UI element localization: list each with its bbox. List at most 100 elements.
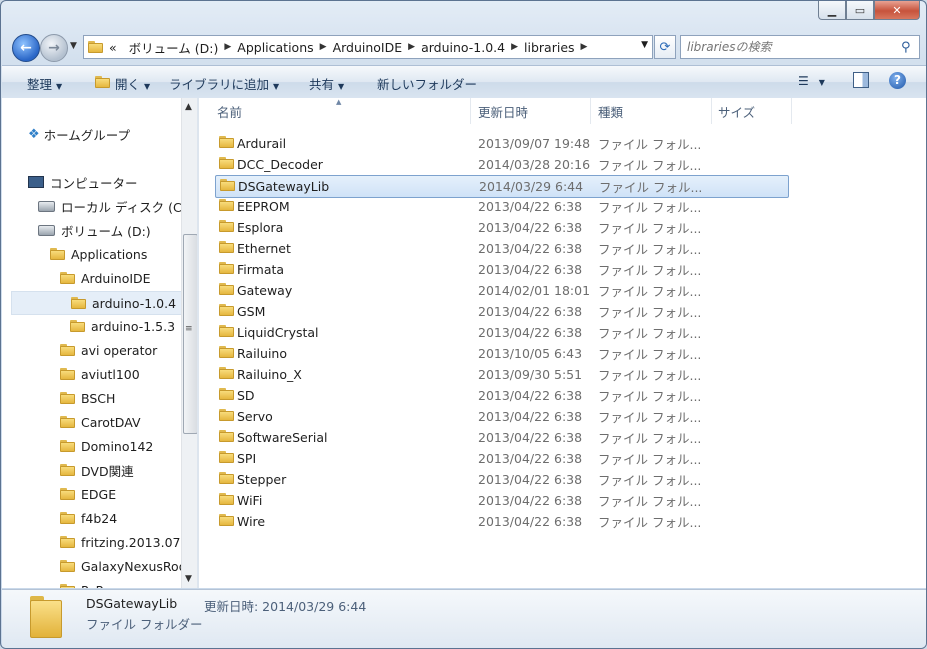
breadcrumb-item[interactable]: ボリューム (D:) [123, 38, 225, 57]
file-name: EEPROM [237, 199, 290, 214]
nav-tree-item[interactable]: Domino142 [60, 435, 153, 457]
file-row[interactable]: Stepper 2013/04/22 6:38 ファイル フォル... [215, 469, 787, 490]
close-button[interactable]: ✕ [874, 1, 920, 20]
nav-tree-item[interactable]: GalaxyNexusRoot [60, 555, 182, 577]
file-row[interactable]: DCC_Decoder 2014/03/28 20:16 ファイル フォル... [215, 154, 787, 175]
file-row[interactable]: SD 2013/04/22 6:38 ファイル フォル... [215, 385, 787, 406]
open-button[interactable]: 開く ▼ [115, 74, 150, 93]
nav-tree-item[interactable]: f4b24 [60, 507, 117, 529]
column-name[interactable]: 名前 [217, 98, 242, 124]
nav-tree-item[interactable]: DVD関連 [60, 459, 134, 481]
column-divider[interactable] [590, 98, 591, 124]
share-button[interactable]: 共有 ▼ [309, 74, 344, 93]
minimize-button[interactable]: ▁ [818, 1, 846, 20]
file-row[interactable]: WiFi 2013/04/22 6:38 ファイル フォル... [215, 490, 787, 511]
file-name: Stepper [237, 472, 287, 487]
folder-icon [60, 368, 75, 380]
breadcrumb-chevron-icon[interactable]: ▶ [581, 42, 588, 52]
file-row[interactable]: Railuino_X 2013/09/30 5:51 ファイル フォル... [215, 364, 787, 385]
column-type[interactable]: 種類 [598, 98, 623, 124]
nav-tree-item[interactable]: EDGE [60, 483, 116, 505]
nav-homegroup[interactable]: ❖ ホームグループ [28, 123, 130, 145]
file-row[interactable]: EEPROM 2013/04/22 6:38 ファイル フォル... [215, 196, 787, 217]
search-input[interactable] [681, 39, 901, 55]
folder-icon [60, 344, 75, 356]
file-row[interactable]: SoftwareSerial 2013/04/22 6:38 ファイル フォル... [215, 427, 787, 448]
file-row[interactable]: Firmata 2013/04/22 6:38 ファイル フォル... [215, 259, 787, 280]
nav-tree-item[interactable]: avi operator [60, 339, 157, 361]
file-row[interactable]: Railuino 2013/10/05 6:43 ファイル フォル... [215, 343, 787, 364]
recent-pages-dropdown[interactable]: ▼ [70, 41, 77, 51]
nav-tree-item[interactable]: PaPrase [60, 579, 130, 588]
scroll-down-icon[interactable]: ▼ [185, 574, 192, 584]
view-options-button[interactable]: ☰ ▼ [798, 74, 825, 88]
preview-pane-button[interactable] [853, 72, 869, 91]
breadcrumb-item[interactable]: Applications [231, 40, 319, 55]
file-row[interactable]: Esplora 2013/04/22 6:38 ファイル フォル... [215, 217, 787, 238]
file-row[interactable]: GSM 2013/04/22 6:38 ファイル フォル... [215, 301, 787, 322]
nav-tree-item-label: ArduinoIDE [81, 270, 151, 286]
column-divider[interactable] [791, 98, 792, 124]
column-date[interactable]: 更新日時 [478, 98, 528, 124]
forward-button[interactable]: → [40, 34, 68, 62]
folder-icon [50, 248, 65, 260]
breadcrumb-chevron-icon[interactable]: ▶ [320, 42, 327, 52]
scroll-up-icon[interactable]: ▲ [185, 102, 192, 112]
file-name: SoftwareSerial [237, 430, 328, 445]
breadcrumb-chevron-icon[interactable]: ▶ [408, 42, 415, 52]
file-row[interactable]: Servo 2013/04/22 6:38 ファイル フォル... [215, 406, 787, 427]
nav-tree-item[interactable]: ArduinoIDE [60, 267, 151, 289]
column-size[interactable]: サイズ [718, 98, 755, 124]
nav-homegroup-label: ホームグループ [43, 127, 131, 143]
refresh-button[interactable]: ⟳ [654, 35, 676, 59]
column-divider[interactable] [470, 98, 471, 124]
nav-tree-item[interactable]: arduino-1.5.3 [70, 315, 175, 337]
nav-tree-item[interactable]: arduino-1.0.4 [11, 291, 182, 315]
scroll-thumb[interactable] [183, 234, 198, 434]
folder-icon [71, 297, 86, 309]
file-row[interactable]: Ardurail 2013/09/07 19:48 ファイル フォル... [215, 133, 787, 154]
breadcrumb-item[interactable]: libraries [518, 40, 581, 55]
nav-tree-item[interactable]: Applications [50, 243, 147, 265]
nav-tree-item[interactable]: fritzing.2013.07.2 [60, 531, 182, 553]
file-row[interactable]: Gateway 2014/02/01 18:01 ファイル フォル... [215, 280, 787, 301]
file-row[interactable]: DSGatewayLib 2014/03/29 6:44 ファイル フォル... [215, 175, 789, 198]
folder-icon [219, 388, 234, 400]
folder-icon [220, 179, 235, 191]
back-button[interactable]: ← [12, 34, 40, 62]
address-bar[interactable]: « ボリューム (D:) ▶ Applications ▶ ArduinoIDE ▶ ard… [83, 35, 653, 59]
file-row[interactable]: SPI 2013/04/22 6:38 ファイル フォル... [215, 448, 787, 469]
file-row[interactable]: LiquidCrystal 2013/04/22 6:38 ファイル フォル... [215, 322, 787, 343]
nav-tree-item-label: Domino142 [81, 438, 154, 454]
file-name: Ardurail [237, 136, 287, 151]
folder-icon [60, 536, 75, 548]
nav-tree-item[interactable]: ローカル ディスク (C: [38, 195, 182, 217]
breadcrumb-chevron-icon[interactable]: ▶ [224, 42, 231, 52]
breadcrumb-chevron-icon[interactable]: ▶ [511, 42, 518, 52]
address-dropdown-icon[interactable]: ▼ [641, 40, 648, 50]
breadcrumb-item[interactable]: arduino-1.0.4 [415, 40, 511, 55]
nav-tree-item[interactable]: CarotDAV [60, 411, 141, 433]
maximize-button[interactable]: ▭ [846, 1, 874, 20]
file-type: ファイル フォル... [598, 347, 702, 362]
column-divider[interactable] [711, 98, 712, 124]
organize-button[interactable]: 整理 ▼ [27, 74, 62, 93]
file-row[interactable]: Ethernet 2013/04/22 6:38 ファイル フォル... [215, 238, 787, 259]
search-icon[interactable]: ⚲ [901, 40, 919, 55]
nav-tree-item[interactable]: BSCH [60, 387, 115, 409]
nav-tree-item[interactable]: aviutl100 [60, 363, 140, 385]
nav-scrollbar[interactable]: ▲ ≡ ▼ [181, 98, 198, 588]
breadcrumb-item[interactable]: ArduinoIDE [327, 40, 409, 55]
folder-icon [60, 560, 75, 572]
file-name: Gateway [237, 283, 293, 298]
nav-computer[interactable]: コンピューター [28, 171, 138, 193]
new-folder-button[interactable]: 新しいフォルダー [377, 74, 477, 93]
folder-icon [60, 464, 75, 476]
help-button[interactable]: ? [889, 72, 906, 89]
file-row[interactable]: Wire 2013/04/22 6:38 ファイル フォル... [215, 511, 787, 532]
nav-tree-item-label: BSCH [81, 390, 116, 406]
include-in-library-button[interactable]: ライブラリに追加 ▼ [169, 74, 279, 93]
nav-tree-item-label: DVD関連 [81, 463, 134, 479]
breadcrumb-overflow[interactable]: « [103, 40, 123, 55]
nav-tree-item[interactable]: ボリューム (D:) [38, 219, 151, 241]
